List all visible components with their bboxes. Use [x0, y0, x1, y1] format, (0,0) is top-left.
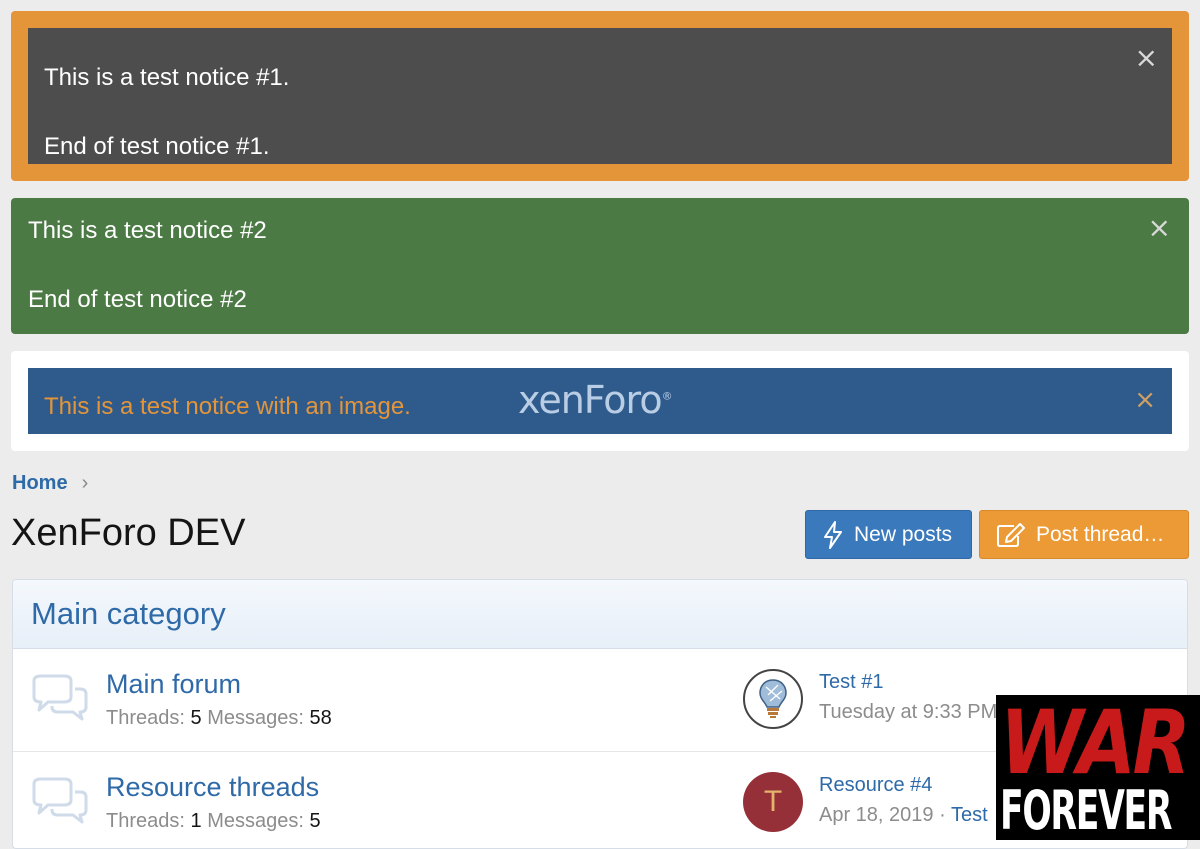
notice-2-line-2: End of test notice #2 [28, 286, 247, 313]
threads-label: Threads: [106, 810, 185, 832]
forum-stats: Threads: 5 Messages: 58 [106, 707, 332, 730]
new-posts-label: New posts [854, 522, 953, 546]
latest-date: Apr 18, 2019 [819, 804, 934, 826]
lightbulb-icon [759, 679, 787, 718]
lightning-bolt-icon [824, 520, 842, 549]
notice-2-line-1: This is a test notice #2 [28, 217, 267, 244]
page-title: XenForo DEV [11, 512, 246, 554]
registered-mark: ® [661, 389, 673, 403]
threads-count: 1 [190, 810, 202, 832]
forum-speech-bubbles-icon [32, 674, 88, 721]
forum-title[interactable]: Main forum [106, 669, 241, 700]
forum-title[interactable]: Resource threads [106, 772, 319, 803]
notice-2: This is a test notice #2 End of test not… [11, 198, 1189, 334]
latest-timestamp: Tuesday at 9:33 PM [819, 701, 998, 723]
forum-stats: Threads: 1 Messages: 5 [106, 810, 321, 833]
messages-label: Messages: [207, 810, 304, 832]
latest-user-link[interactable]: Test [951, 804, 988, 826]
latest-thread-link[interactable]: Resource #4 [819, 774, 932, 797]
threads-count: 5 [190, 707, 202, 729]
latest-thread-link[interactable]: Test #1 [819, 671, 883, 694]
war-forever-overlay: WAR FOREVER [996, 695, 1200, 840]
notice-3-text: This is a test notice with an image. [44, 393, 411, 420]
meta-separator: · [939, 804, 946, 826]
close-icon[interactable]: × [1134, 386, 1156, 414]
notice-1-line-1: This is a test notice #1. [44, 64, 290, 91]
post-thread-button[interactable]: Post thread… [979, 510, 1189, 559]
post-thread-label: Post thread… [1036, 522, 1165, 546]
chevron-right-icon: › [81, 472, 89, 494]
messages-count: 58 [309, 707, 332, 729]
notice-1-line-2: End of test notice #1. [44, 133, 270, 160]
messages-label: Messages: [207, 707, 304, 729]
close-icon[interactable]: × [1135, 44, 1158, 72]
notice-3-content: This is a test notice with an image. xen… [28, 368, 1172, 434]
edit-icon [997, 522, 1025, 547]
xenforo-logo: xenForo® [518, 378, 673, 422]
notice-3: This is a test notice with an image. xen… [11, 351, 1189, 451]
close-icon[interactable]: × [1148, 214, 1171, 242]
forum-speech-bubbles-icon [32, 777, 88, 824]
breadcrumb: Home › [12, 472, 88, 495]
forever-text: FOREVER [1000, 779, 1172, 840]
new-posts-button[interactable]: New posts [805, 510, 972, 559]
xenforo-logo-text: xenForo [518, 378, 663, 422]
avatar[interactable] [743, 669, 803, 729]
avatar[interactable]: T [743, 772, 803, 832]
notice-1: This is a test notice #1. End of test no… [11, 11, 1189, 181]
notice-1-content: This is a test notice #1. End of test no… [28, 28, 1172, 164]
category-title[interactable]: Main category [13, 580, 1187, 649]
breadcrumb-home-link[interactable]: Home [12, 472, 68, 494]
threads-label: Threads: [106, 707, 185, 729]
latest-meta: Apr 18, 2019 · Test [819, 804, 988, 827]
messages-count: 5 [309, 810, 321, 832]
